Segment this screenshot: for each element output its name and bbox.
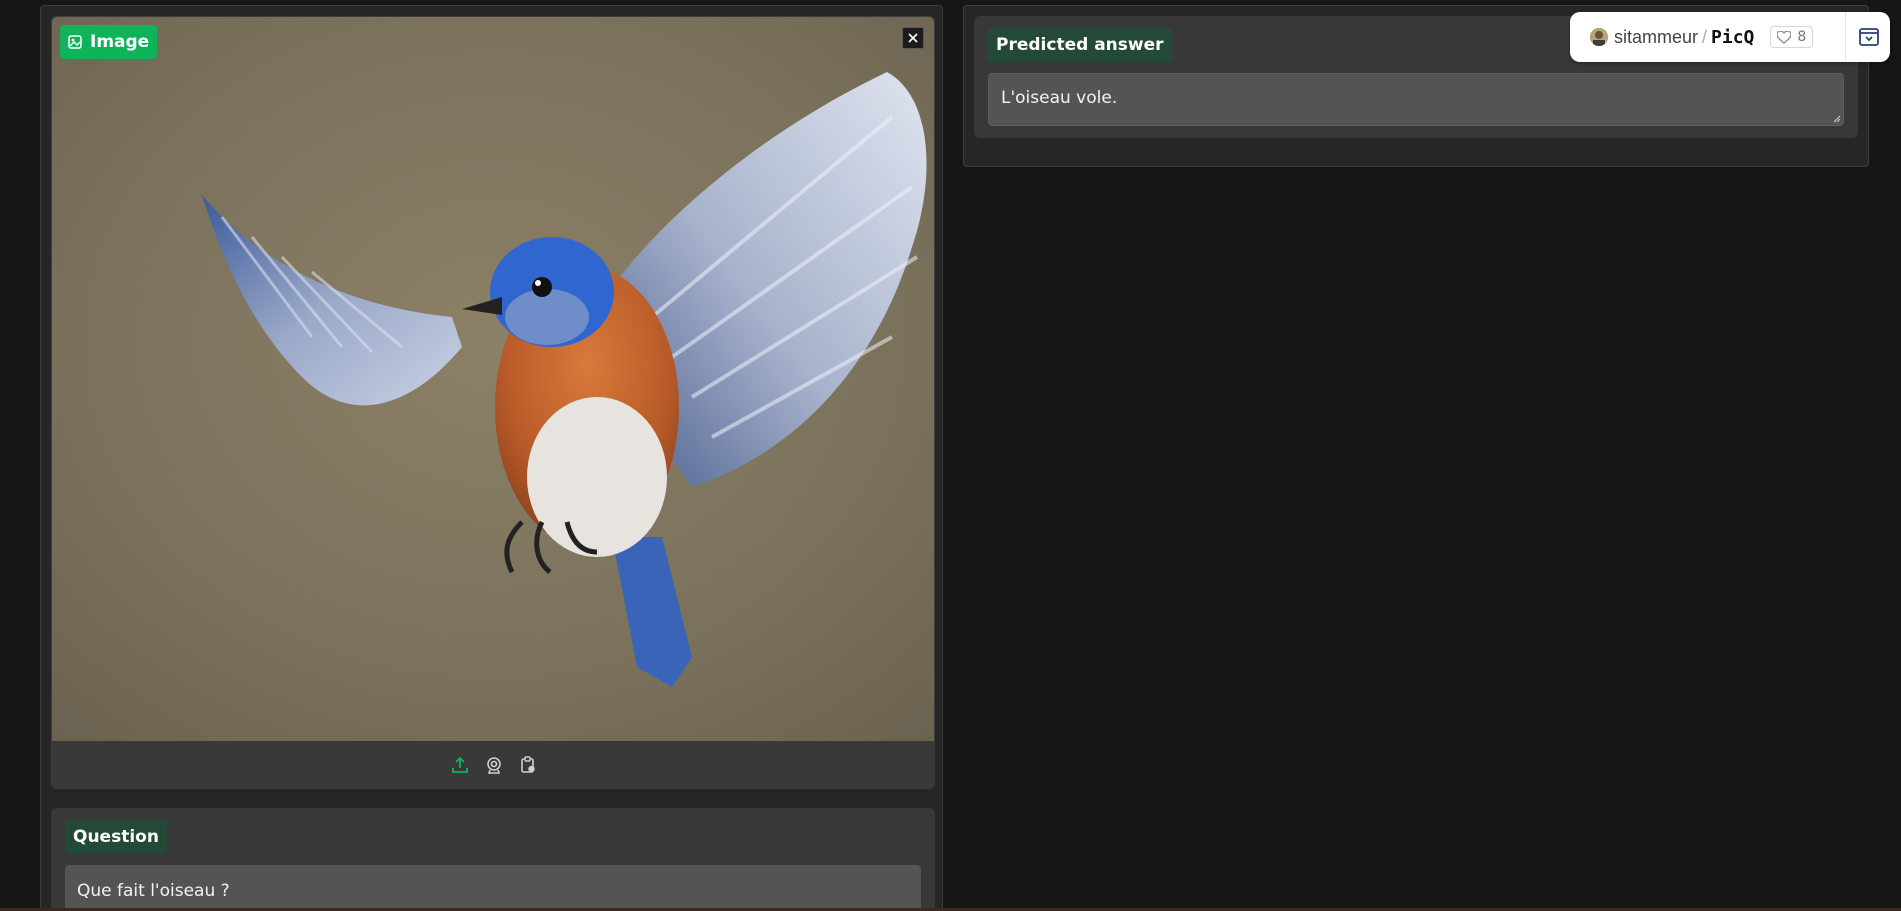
question-label: Question: [65, 820, 167, 854]
image-label-text: Image: [90, 32, 150, 52]
clipboard-icon: [521, 756, 535, 773]
path-separator: /: [1702, 26, 1708, 47]
header-divider: [1845, 12, 1846, 62]
predicted-answer-text: L'oiseau vole.: [1001, 88, 1118, 108]
space-name-link[interactable]: PicQ: [1711, 27, 1754, 48]
embed-button[interactable]: [1858, 26, 1880, 48]
upload-button[interactable]: [450, 755, 470, 775]
uploaded-image: [52, 17, 934, 741]
resize-handle-icon[interactable]: [1833, 115, 1841, 123]
user-avatar-icon: [1590, 28, 1608, 46]
question-input[interactable]: [65, 865, 921, 911]
predicted-answer-label: Predicted answer: [988, 28, 1172, 62]
left-column: Image Question Que fait l'oiseau ?: [40, 5, 943, 911]
close-icon: [908, 33, 918, 43]
like-count: 8: [1797, 29, 1807, 45]
space-owner-link[interactable]: sitammeur: [1614, 27, 1698, 48]
space-header: sitammeur / PicQ 8: [1570, 12, 1890, 62]
avatar[interactable]: [1590, 28, 1608, 46]
clear-image-button[interactable]: [902, 27, 924, 49]
upload-icon: [452, 756, 468, 773]
bird-photo: [52, 17, 934, 741]
webcam-button[interactable]: [484, 755, 504, 775]
heart-icon: [1777, 30, 1792, 44]
image-icon: [68, 35, 82, 49]
image-input-block: Image: [51, 16, 935, 789]
embed-window-icon: [1859, 28, 1879, 46]
webcam-icon: [487, 757, 501, 774]
question-block: Question: [51, 808, 935, 911]
predicted-answer-textbox[interactable]: L'oiseau vole.: [988, 73, 1844, 126]
like-button[interactable]: 8: [1770, 26, 1814, 48]
image-source-toolbar: [52, 741, 934, 788]
clipboard-button[interactable]: [518, 755, 538, 775]
image-label-badge: Image: [60, 25, 158, 59]
